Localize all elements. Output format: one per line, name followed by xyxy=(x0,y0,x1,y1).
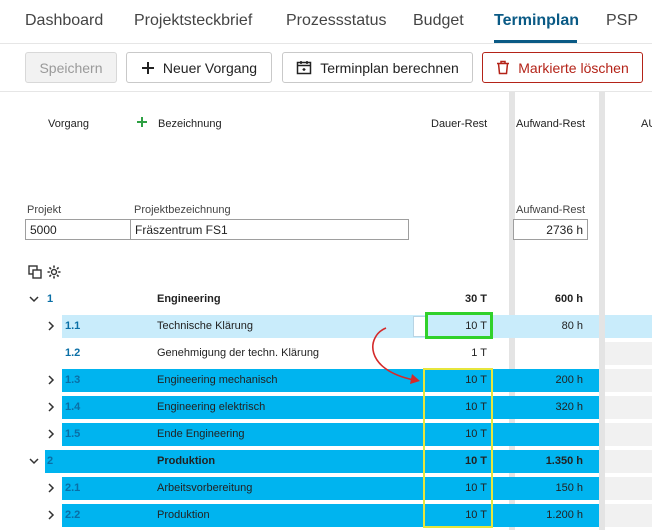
row-tail xyxy=(605,450,652,473)
delete-selected-button[interactable]: Markierte löschen xyxy=(482,52,643,83)
table-row[interactable]: 2.2 Produktion 10 T 1.200 h xyxy=(0,503,652,528)
task-duration: 30 T xyxy=(464,293,487,305)
task-effort: 80 h xyxy=(561,320,583,332)
column-header-vorgang[interactable]: Vorgang xyxy=(48,118,89,130)
row-tail xyxy=(605,504,652,527)
tab-dashboard[interactable]: Dashboard xyxy=(25,12,103,30)
project-effort-label: Aufwand-Rest xyxy=(516,204,586,216)
save-button[interactable]: Speichern xyxy=(25,52,117,83)
task-id: 2.1 xyxy=(65,482,81,494)
active-tab-indicator xyxy=(494,40,577,43)
chevron-right-icon[interactable] xyxy=(45,400,57,414)
task-effort: 320 h xyxy=(555,401,583,413)
chevron-right-icon[interactable] xyxy=(45,373,57,387)
trash-icon xyxy=(497,60,510,75)
task-name: Engineering elektrisch xyxy=(157,401,266,413)
project-name-label: Projektbezeichnung xyxy=(134,204,231,216)
column-header-aufwand-rest[interactable]: Aufwand-Rest xyxy=(516,118,585,130)
copy-icon[interactable] xyxy=(28,265,42,279)
task-effort: 600 h xyxy=(554,293,583,305)
table-row[interactable]: 2.1 Arbeitsvorbereitung 10 T 150 h xyxy=(0,476,652,501)
delete-selected-button-label: Markierte löschen xyxy=(518,59,629,76)
task-effort: 1.350 h xyxy=(545,455,583,467)
row-highlight xyxy=(45,450,599,473)
chevron-right-icon[interactable] xyxy=(45,319,57,333)
tab-prozessstatus[interactable]: Prozessstatus xyxy=(286,12,386,30)
tab-budget[interactable]: Budget xyxy=(413,12,464,30)
add-task-icon[interactable] xyxy=(136,116,148,128)
table-row[interactable]: 1 Engineering 30 T 600 h xyxy=(0,287,652,312)
row-tail xyxy=(605,477,652,500)
red-arrow-annotation xyxy=(372,327,420,384)
tab-projektsteckbrief[interactable]: Projektsteckbrief xyxy=(134,12,252,30)
table-row[interactable]: 1.3 Engineering mechanisch 10 T 200 h xyxy=(0,368,652,393)
task-name: Engineering mechanisch xyxy=(157,374,278,386)
row-tail xyxy=(605,369,652,392)
task-id: 1.4 xyxy=(65,401,81,413)
task-duration: 1 T xyxy=(471,347,487,359)
chevron-down-icon[interactable] xyxy=(28,454,40,468)
row-tail xyxy=(605,423,652,446)
row-highlight xyxy=(62,315,599,338)
column-header-bezeichnung[interactable]: Bezeichnung xyxy=(158,118,222,130)
table-row[interactable]: 1.1 Technische Klärung 10 T 80 h xyxy=(0,314,652,339)
table-row[interactable]: 1.2 Genehmigung der techn. Klärung 1 T xyxy=(0,341,652,366)
row-highlight xyxy=(62,396,599,419)
table-row[interactable]: 1.4 Engineering elektrisch 10 T 320 h xyxy=(0,395,652,420)
row-highlight xyxy=(62,504,599,527)
chevron-right-icon[interactable] xyxy=(45,481,57,495)
task-name: Produktion xyxy=(157,509,210,521)
row-highlight xyxy=(62,369,599,392)
chevron-right-icon[interactable] xyxy=(45,427,57,441)
task-id: 1.3 xyxy=(65,374,81,386)
calendar-icon xyxy=(296,61,312,75)
task-effort: 150 h xyxy=(555,482,583,494)
task-name: Genehmigung der techn. Klärung xyxy=(157,347,320,359)
task-effort: 1.200 h xyxy=(546,509,583,521)
plus-icon xyxy=(141,61,154,74)
tab-bar: Dashboard Projektsteckbrief Prozessstatu… xyxy=(0,0,652,44)
calculate-schedule-button-label: Terminplan berechnen xyxy=(320,59,459,76)
row-tail xyxy=(605,342,652,365)
task-id: 1.2 xyxy=(65,347,81,359)
row-tail xyxy=(605,396,652,419)
task-id: 2.2 xyxy=(65,509,81,521)
column-header-dauer-rest[interactable]: Dauer-Rest xyxy=(431,118,487,130)
calculate-schedule-button[interactable]: Terminplan berechnen xyxy=(282,52,473,83)
task-id: 1 xyxy=(47,293,54,305)
row-highlight-extension xyxy=(605,315,652,338)
project-name-field[interactable]: Fräszentrum FS1 xyxy=(130,219,409,240)
row-highlight xyxy=(62,423,599,446)
tab-terminplan[interactable]: Terminplan xyxy=(494,12,579,30)
project-number-field[interactable]: 5000 xyxy=(25,219,131,240)
task-effort: 200 h xyxy=(555,374,583,386)
row-highlight xyxy=(62,477,599,500)
task-id: 1.5 xyxy=(65,428,81,440)
task-name: Produktion xyxy=(157,455,216,467)
project-effort-field[interactable]: 2736 h xyxy=(513,219,588,240)
task-id: 2 xyxy=(47,455,54,467)
toolbar: Speichern Neuer Vorgang Terminplan berec… xyxy=(0,44,652,92)
task-name: Arbeitsvorbereitung xyxy=(157,482,253,494)
task-name: Ende Engineering xyxy=(157,428,245,440)
new-task-button-label: Neuer Vorgang xyxy=(162,59,258,76)
save-button-label: Speichern xyxy=(39,59,103,76)
highlight-box-green xyxy=(425,312,493,339)
table-row[interactable]: 2 Produktion 10 T 1.350 h xyxy=(0,449,652,474)
column-header-next[interactable]: AU xyxy=(641,118,652,130)
table-row[interactable]: 1.5 Ende Engineering 10 T xyxy=(0,422,652,447)
chevron-down-icon[interactable] xyxy=(28,292,40,306)
new-task-button[interactable]: Neuer Vorgang xyxy=(126,52,272,83)
chevron-right-icon[interactable] xyxy=(45,508,57,522)
task-id: 1.1 xyxy=(65,320,81,332)
project-label: Projekt xyxy=(27,204,62,216)
task-name: Technische Klärung xyxy=(157,320,254,332)
gear-icon[interactable] xyxy=(46,264,62,280)
tab-psp[interactable]: PSP xyxy=(606,12,638,30)
highlight-box-yellow xyxy=(423,368,493,528)
task-name: Engineering xyxy=(157,293,221,305)
